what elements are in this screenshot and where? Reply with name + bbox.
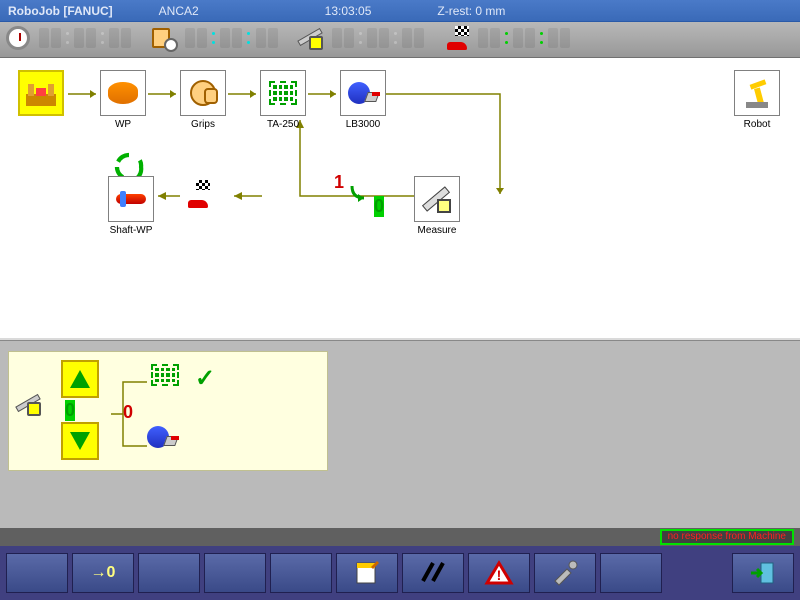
start-scene-icon [24,78,58,108]
toolbar-stripes-button[interactable] [402,553,464,593]
notepad-icon [351,559,383,587]
shaft-icon [116,194,146,204]
node-shaft-wp[interactable]: Shaft-WP [108,176,154,222]
stopwatch-icon [6,26,34,54]
node-robot-label: Robot [727,119,787,130]
measure-display [331,28,425,51]
node-lb3000[interactable]: LB3000 [340,70,386,116]
ruler-mini-icon [17,392,41,416]
node-wp-label: WP [93,119,153,130]
toolbar-empty-3[interactable] [204,553,266,593]
toolbar-empty-5[interactable] [600,553,662,593]
move-up-button[interactable] [61,360,99,398]
clipboard-timer-icon [152,26,180,54]
grip-icon [190,80,216,106]
branch-true-count: 1 [334,172,344,193]
toolbar-exit-button[interactable] [732,553,794,593]
detail-box: 0 0 ✓ [8,351,328,471]
status-measure [299,26,425,54]
elapsed-display [38,28,132,51]
arrow-down-icon [70,432,90,450]
measure-icon [423,185,451,213]
node-ta250[interactable]: TA-250 [260,70,306,116]
status-bar [0,22,800,58]
detail-left-count: 0 [65,400,75,421]
station-name: ANCA2 [159,4,199,18]
tools-icon [549,559,581,587]
race-end-icon [186,180,222,210]
jobtimer-display [184,28,278,51]
move-down-button[interactable] [61,422,99,460]
node-ta250-label: TA-250 [253,119,313,130]
node-shaft-label: Shaft-WP [101,225,161,236]
node-measure-label: Measure [407,225,467,236]
race-flag-icon [445,26,473,54]
status-race [445,26,571,54]
pallet-matrix-icon [269,81,297,105]
machine-alert-text: no response from Machine [668,531,786,543]
detail-lathe-icon [147,424,177,450]
detail-mid-count: 0 [123,402,133,423]
node-wp[interactable]: WP [100,70,146,116]
status-jobtimer [152,26,278,54]
toolbar-notes-button[interactable] [336,553,398,593]
toolbar-tools-button[interactable] [534,553,596,593]
stripes-icon [417,559,449,587]
robot-arm-icon [742,78,772,108]
toolbar-warning-button[interactable]: ! [468,553,530,593]
flow-canvas[interactable]: WP Grips TA-250 LB3000 Robot Shaft-WP 1 … [0,58,800,338]
machine-alert[interactable]: no response from Machine [660,529,794,545]
node-lb3000-label: LB3000 [333,119,393,130]
check-ok-icon: ✓ [195,364,215,393]
bottom-toolbar: →0 ! [0,546,800,600]
toolbar-empty-4[interactable] [270,553,332,593]
branch-false-count: 0 [374,196,384,217]
node-robot[interactable]: Robot [734,70,780,116]
toolbar-zero-button[interactable]: →0 [72,553,134,593]
workpiece-icon [108,82,138,104]
z-rest-value: Z-rest: 0 mm [437,4,505,18]
zero-label: →0 [91,564,116,582]
branch-arrow-icon [350,184,368,205]
status-elapsed [6,26,132,54]
title-bar: RoboJob [FANUC] ANCA2 13:03:05 Z-rest: 0… [0,0,800,22]
detail-pallet-icon [151,364,185,392]
arrow-up-icon [70,370,90,388]
alert-strip: no response from Machine [0,528,800,546]
exit-door-icon [747,559,779,587]
node-grips-label: Grips [173,119,233,130]
toolbar-empty-1[interactable] [6,553,68,593]
race-display [477,28,571,51]
clock-time: 13:03:05 [325,4,372,18]
node-start[interactable] [18,70,64,116]
node-grips[interactable]: Grips [180,70,226,116]
toolbar-empty-2[interactable] [138,553,200,593]
node-measure[interactable]: Measure [414,176,460,222]
app-name: RoboJob [FANUC] [8,4,113,18]
ruler-icon [299,26,327,54]
lathe-icon [348,80,378,106]
warning-triangle-icon: ! [483,559,515,587]
detail-panel: 0 0 ✓ [0,340,800,528]
svg-text:!: ! [497,567,502,583]
